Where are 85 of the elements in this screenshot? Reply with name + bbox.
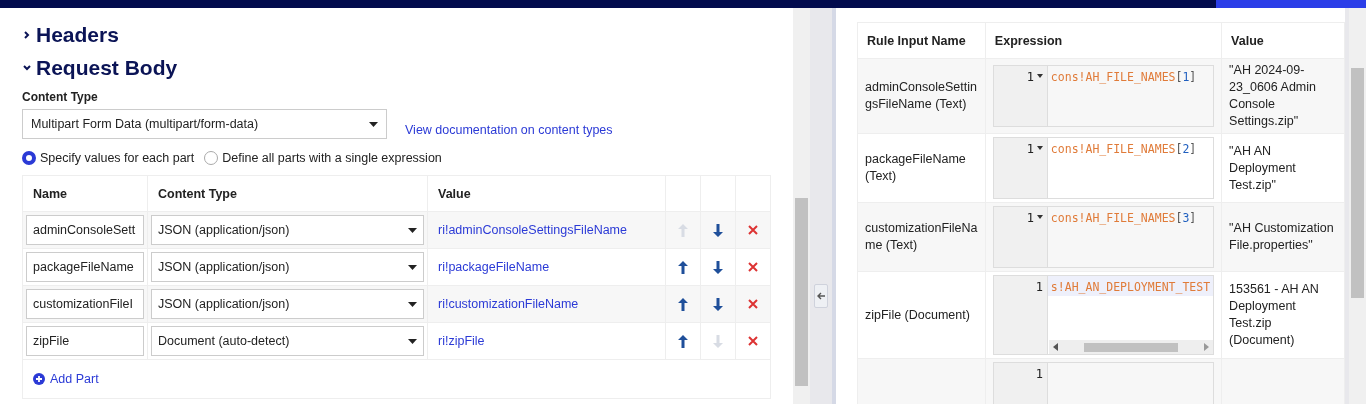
- line-number: 1: [1035, 279, 1043, 296]
- close-icon: [748, 299, 758, 309]
- dropdown-caret-icon: [408, 227, 417, 233]
- dropdown-caret-icon: [369, 121, 378, 127]
- value-text: "AH Customization File.properties": [1229, 221, 1334, 252]
- line-number: 1: [1035, 366, 1043, 383]
- move-up-button[interactable]: [678, 334, 688, 348]
- value-text: 153561 - AH AN Deployment Test.zip (Document): [1229, 282, 1319, 347]
- radio-button[interactable]: [204, 151, 219, 165]
- scrollbar[interactable]: [1345, 8, 1366, 404]
- content-type-select[interactable]: JSON (application/json): [151, 252, 424, 282]
- column-header: Rule Input Name: [857, 22, 986, 59]
- arrow-up-icon: [678, 223, 688, 237]
- delete-button[interactable]: [748, 336, 758, 346]
- chevron-down-icon: [22, 62, 32, 73]
- documentation-link[interactable]: View documentation on content types: [405, 123, 613, 137]
- delete-button[interactable]: [748, 262, 758, 272]
- name-input[interactable]: customizationFileI: [26, 289, 144, 319]
- arrow-down-icon: [713, 334, 723, 348]
- move-up-button[interactable]: [678, 297, 688, 311]
- line-number: 1: [1026, 210, 1034, 227]
- section-toggle[interactable]: Headers: [22, 18, 771, 51]
- arrow-down-icon: [713, 223, 723, 237]
- section-toggle[interactable]: Request Body: [22, 51, 771, 84]
- code-line: cons!AH_FILE_NAMES[1]: [1049, 69, 1198, 86]
- field-label: Content Type: [22, 90, 99, 104]
- code-editor[interactable]: 1: [992, 362, 1215, 404]
- arrow-down-icon: [713, 260, 723, 274]
- fold-caret-icon: [1036, 215, 1043, 219]
- value-text: "AH AN Deployment Test.zip": [1229, 143, 1296, 192]
- line-number: 1: [1026, 69, 1034, 86]
- horizontal-scrollbar[interactable]: [1048, 340, 1214, 354]
- fold-caret-icon: [1036, 146, 1043, 150]
- name-input[interactable]: adminConsoleSett: [26, 215, 144, 245]
- dropdown-caret-icon: [408, 338, 417, 344]
- code-editor[interactable]: 1 cons!AH_FILE_NAMES[2]: [992, 137, 1215, 199]
- code-editor[interactable]: 1 s!AH_AN_DEPLOYMENT_TEST: [992, 275, 1215, 355]
- rule-input-name: adminConsoleSettingsFileName (Text): [865, 80, 977, 111]
- dropdown-caret-icon: [408, 301, 417, 307]
- column-header: Value: [427, 175, 666, 212]
- plus-circle-icon: [33, 373, 45, 385]
- rule-input-name: zipFile (Document): [865, 307, 970, 322]
- arrow-up-icon: [678, 297, 688, 311]
- close-icon: [748, 336, 758, 346]
- line-number: 1: [1026, 141, 1034, 158]
- arrow-up-icon: [678, 334, 688, 348]
- radio-button[interactable]: [22, 151, 36, 165]
- code-editor[interactable]: 1 cons!AH_FILE_NAMES[3]: [992, 206, 1215, 268]
- close-icon: [748, 262, 758, 272]
- scroll-right-icon[interactable]: [1204, 343, 1210, 351]
- scroll-left-icon[interactable]: [1052, 343, 1058, 351]
- code-line: cons!AH_FILE_NAMES[2]: [1049, 141, 1198, 158]
- column-header: Expression: [985, 22, 1222, 59]
- content-type-select[interactable]: JSON (application/json): [151, 215, 424, 245]
- close-icon: [748, 225, 758, 235]
- name-input[interactable]: zipFile: [26, 326, 144, 356]
- chevron-right-icon: [22, 29, 32, 40]
- delete-button[interactable]: [748, 299, 758, 309]
- code-line: cons!AH_FILE_NAMES[3]: [1049, 210, 1198, 227]
- value-link[interactable]: ri!zipFile: [431, 334, 485, 348]
- dropdown-caret-icon: [408, 264, 417, 270]
- add-part-button[interactable]: Add Part: [26, 363, 106, 395]
- value-text: "AH 2024-09-23_0606 Admin Console Settings.zip": [1229, 63, 1316, 128]
- content-type-select[interactable]: JSON (application/json): [151, 289, 424, 319]
- code-editor[interactable]: 1 cons!AH_FILE_NAMES[1]: [992, 65, 1215, 127]
- delete-button[interactable]: [748, 225, 758, 235]
- rule-input-name: packageFileName (Text): [865, 152, 966, 183]
- move-down-button[interactable]: [713, 223, 723, 237]
- column-header: Name: [22, 175, 148, 212]
- arrow-down-icon: [713, 297, 723, 311]
- content-type-dropdown[interactable]: Multipart Form Data (multipart/form-data): [22, 109, 387, 139]
- name-input[interactable]: packageFileName: [26, 252, 144, 282]
- collapse-button[interactable]: [814, 284, 828, 308]
- value-link[interactable]: ri!packageFileName: [431, 260, 550, 274]
- fold-caret-icon: [1036, 74, 1043, 78]
- column-header: Value: [1221, 22, 1345, 59]
- arrow-up-icon: [678, 260, 688, 274]
- move-down-button[interactable]: [713, 260, 723, 274]
- column-header: Content Type: [147, 175, 428, 212]
- scrollbar[interactable]: [793, 8, 810, 404]
- content-type-select[interactable]: Document (auto-detect): [151, 326, 424, 356]
- rule-input-name: customizationFileName (Text): [865, 221, 978, 252]
- arrow-left-icon: [816, 292, 826, 300]
- move-up-button[interactable]: [678, 260, 688, 274]
- move-down-button[interactable]: [713, 297, 723, 311]
